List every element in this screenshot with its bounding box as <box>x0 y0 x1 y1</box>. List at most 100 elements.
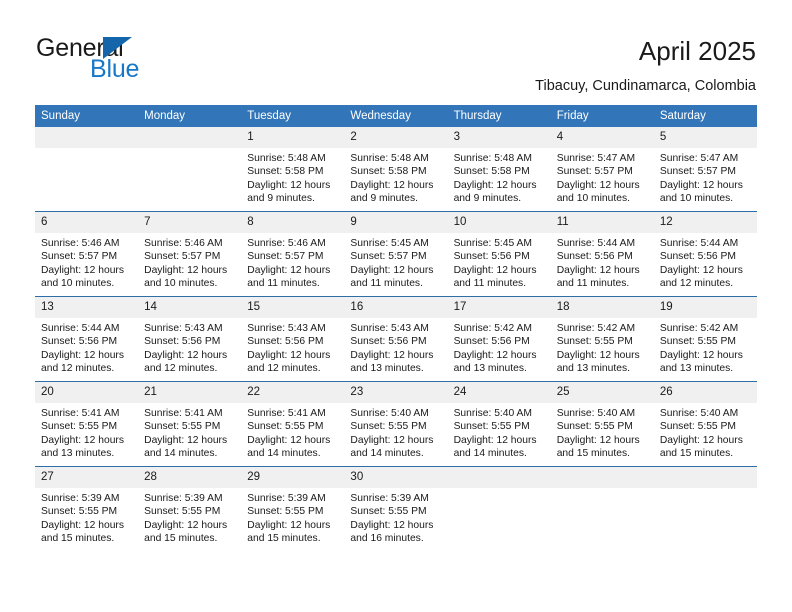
calendar-day-cell[interactable]: 17 Sunrise: 5:42 AM Sunset: 5:56 PM Dayligh… <box>447 296 551 382</box>
calendar-page: General Blue April 2025 Tibacuy, Cundina… <box>0 0 792 612</box>
daylight-duration-line2: and 9 minutes. <box>350 193 418 205</box>
daylight-duration-line2: and 13 minutes. <box>659 363 734 375</box>
calendar-day-cell-empty <box>35 127 139 212</box>
brand-name-blue: Blue <box>90 55 140 83</box>
sunset-time: Sunset: 5:55 PM <box>41 506 118 518</box>
day-details: Sunrise: 5:39 AM Sunset: 5:55 PM Daylight:… <box>344 488 447 546</box>
sunset-time: Sunset: 5:55 PM <box>144 421 221 433</box>
calendar-day-cell[interactable]: 23 Sunrise: 5:40 AM Sunset: 5:55 PM Dayligh… <box>344 381 448 467</box>
day-details: Sunrise: 5:41 AM Sunset: 5:55 PM Daylight:… <box>241 403 344 461</box>
calendar-day-cell[interactable]: 11 Sunrise: 5:44 AM Sunset: 5:56 PM Dayligh… <box>550 211 654 297</box>
calendar-day-cell[interactable]: 30 Sunrise: 5:39 AM Sunset: 5:55 PM Dayligh… <box>344 466 448 551</box>
calendar-day-cell[interactable]: 21 Sunrise: 5:41 AM Sunset: 5:55 PM Dayligh… <box>138 381 242 467</box>
calendar-day-cell[interactable]: 13 Sunrise: 5:44 AM Sunset: 5:56 PM Dayligh… <box>35 296 139 382</box>
calendar-day-cell[interactable]: 12 Sunrise: 5:44 AM Sunset: 5:56 PM Dayligh… <box>653 211 757 297</box>
calendar-day-cell[interactable]: 24 Sunrise: 5:40 AM Sunset: 5:55 PM Dayligh… <box>447 381 551 467</box>
page-title: April 2025 <box>638 36 756 66</box>
day-number: 16 <box>344 297 448 318</box>
calendar-day-cell[interactable]: 28 Sunrise: 5:39 AM Sunset: 5:55 PM Dayligh… <box>138 466 242 551</box>
calendar-day-cell[interactable]: 9 Sunrise: 5:45 AM Sunset: 5:57 PM Daylight… <box>344 211 448 297</box>
sunrise-time: Sunrise: 5:40 AM <box>659 408 739 419</box>
weekday-header-row: Sunday Monday Tuesday Wednesday Thursday Frid… <box>35 105 757 127</box>
calendar-day-cell[interactable]: 22 Sunrise: 5:41 AM Sunset: 5:55 PM Dayligh… <box>241 381 345 467</box>
daylight-duration-line1: Daylight: 12 hours <box>453 349 537 361</box>
sunrise-time: Sunrise: 5:41 AM <box>41 408 120 419</box>
brand-logo[interactable]: General Blue <box>36 34 256 90</box>
calendar-day-cell[interactable]: 4 Sunrise: 5:47 AM Sunset: 5:57 PM Daylight… <box>550 127 654 212</box>
daylight-duration-line2: and 13 minutes. <box>41 448 115 460</box>
calendar-day-cell[interactable]: 25 Sunrise: 5:40 AM Sunset: 5:55 PM Dayligh… <box>550 381 654 467</box>
day-details: Sunrise: 5:39 AM Sunset: 5:55 PM Daylight:… <box>241 488 344 546</box>
day-number <box>138 127 242 148</box>
calendar-day-cell[interactable]: 15 Sunrise: 5:43 AM Sunset: 5:56 PM Dayligh… <box>241 296 345 382</box>
day-cell-inner: 15 Sunrise: 5:43 AM Sunset: 5:56 PM Dayligh… <box>241 297 345 381</box>
calendar-day-cell[interactable]: 10 Sunrise: 5:45 AM Sunset: 5:56 PM Dayligh… <box>447 211 551 297</box>
daylight-duration-line1: Daylight: 12 hours <box>247 349 331 361</box>
day-details: Sunrise: 5:46 AM Sunset: 5:57 PM Daylight:… <box>35 233 138 291</box>
weekday-header-saturday: Saturday <box>653 105 757 127</box>
sunset-time: Sunset: 5:57 PM <box>659 166 736 178</box>
day-number: 19 <box>653 297 757 318</box>
calendar-day-cell[interactable]: 16 Sunrise: 5:43 AM Sunset: 5:56 PM Dayligh… <box>344 296 448 382</box>
calendar-day-cell[interactable]: 3 Sunrise: 5:48 AM Sunset: 5:58 PM Daylight… <box>447 127 551 212</box>
daylight-duration-line2: and 11 minutes. <box>556 278 630 290</box>
calendar-day-cell[interactable]: 1 Sunrise: 5:48 AM Sunset: 5:58 PM Daylight… <box>241 127 345 212</box>
sunrise-time: Sunrise: 5:39 AM <box>41 493 120 504</box>
sunset-time: Sunset: 5:55 PM <box>556 336 633 348</box>
sunset-time: Sunset: 5:56 PM <box>453 336 530 348</box>
sunset-time: Sunset: 5:56 PM <box>659 251 736 263</box>
calendar-day-cell[interactable]: 20 Sunrise: 5:41 AM Sunset: 5:55 PM Dayligh… <box>35 381 139 467</box>
calendar-day-cell[interactable]: 18 Sunrise: 5:42 AM Sunset: 5:55 PM Dayligh… <box>550 296 654 382</box>
day-details: Sunrise: 5:45 AM Sunset: 5:57 PM Daylight:… <box>344 233 447 291</box>
daylight-duration-line1: Daylight: 12 hours <box>556 179 640 191</box>
day-number: 15 <box>241 297 345 318</box>
sunrise-time: Sunrise: 5:42 AM <box>453 323 532 334</box>
sunrise-time: Sunrise: 5:46 AM <box>144 238 223 249</box>
daylight-duration-line2: and 10 minutes. <box>556 193 630 205</box>
day-number: 12 <box>653 212 757 233</box>
day-details: Sunrise: 5:40 AM Sunset: 5:55 PM Daylight:… <box>654 403 757 461</box>
day-cell-inner: 26 Sunrise: 5:40 AM Sunset: 5:55 PM Dayligh… <box>653 382 757 466</box>
day-cell-inner: 29 Sunrise: 5:39 AM Sunset: 5:55 PM Dayligh… <box>241 467 345 551</box>
day-cell-inner: 7 Sunrise: 5:46 AM Sunset: 5:57 PM Daylight… <box>138 212 242 296</box>
day-details: Sunrise: 5:43 AM Sunset: 5:56 PM Daylight:… <box>344 318 447 376</box>
daylight-duration-line1: Daylight: 12 hours <box>556 264 640 276</box>
day-details: Sunrise: 5:44 AM Sunset: 5:56 PM Daylight:… <box>35 318 138 376</box>
day-number: 3 <box>447 127 551 148</box>
day-cell-inner: 16 Sunrise: 5:43 AM Sunset: 5:56 PM Dayligh… <box>344 297 448 381</box>
day-number: 23 <box>344 382 448 403</box>
day-number: 6 <box>35 212 139 233</box>
sunrise-time: Sunrise: 5:48 AM <box>350 153 429 164</box>
sunset-time: Sunset: 5:57 PM <box>41 251 118 263</box>
calendar-week-row: 27 Sunrise: 5:39 AM Sunset: 5:55 PM Dayligh… <box>35 466 757 551</box>
sunset-time: Sunset: 5:55 PM <box>453 421 530 433</box>
calendar-day-cell[interactable]: 19 Sunrise: 5:42 AM Sunset: 5:55 PM Dayligh… <box>653 296 757 382</box>
calendar-week-row: 13 Sunrise: 5:44 AM Sunset: 5:56 PM Dayligh… <box>35 296 757 382</box>
sunrise-time: Sunrise: 5:44 AM <box>659 238 739 249</box>
daylight-duration-line1: Daylight: 12 hours <box>41 519 124 531</box>
daylight-duration-line1: Daylight: 12 hours <box>453 264 537 276</box>
calendar-day-cell[interactable]: 6 Sunrise: 5:46 AM Sunset: 5:57 PM Daylight… <box>35 211 139 297</box>
calendar-day-cell[interactable]: 7 Sunrise: 5:46 AM Sunset: 5:57 PM Daylight… <box>138 211 242 297</box>
calendar-day-cell[interactable]: 8 Sunrise: 5:46 AM Sunset: 5:57 PM Daylight… <box>241 211 345 297</box>
calendar-day-cell[interactable]: 26 Sunrise: 5:40 AM Sunset: 5:55 PM Dayligh… <box>653 381 757 467</box>
weekday-header-monday: Monday <box>138 105 242 127</box>
calendar-week-row: 1 Sunrise: 5:48 AM Sunset: 5:58 PM Daylight… <box>35 127 757 212</box>
calendar-day-cell[interactable]: 5 Sunrise: 5:47 AM Sunset: 5:57 PM Daylight… <box>653 127 757 212</box>
day-cell-inner: 1 Sunrise: 5:48 AM Sunset: 5:58 PM Daylight… <box>241 127 345 211</box>
daylight-duration-line2: and 14 minutes. <box>350 448 424 460</box>
weekday-header-wednesday: Wednesday <box>344 105 448 127</box>
calendar-day-cell-empty <box>138 127 242 212</box>
day-number: 1 <box>241 127 345 148</box>
day-cell-inner: 30 Sunrise: 5:39 AM Sunset: 5:55 PM Dayligh… <box>344 467 448 551</box>
calendar-day-cell[interactable]: 14 Sunrise: 5:43 AM Sunset: 5:56 PM Dayligh… <box>138 296 242 382</box>
daylight-duration-line1: Daylight: 12 hours <box>659 179 743 191</box>
calendar-day-cell[interactable]: 27 Sunrise: 5:39 AM Sunset: 5:55 PM Dayligh… <box>35 466 139 551</box>
day-details: Sunrise: 5:42 AM Sunset: 5:56 PM Daylight:… <box>448 318 551 376</box>
daylight-duration-line2: and 9 minutes. <box>247 193 315 205</box>
day-details: Sunrise: 5:43 AM Sunset: 5:56 PM Daylight:… <box>241 318 344 376</box>
day-number: 25 <box>550 382 654 403</box>
calendar-day-cell[interactable]: 2 Sunrise: 5:48 AM Sunset: 5:58 PM Daylight… <box>344 127 448 212</box>
sunset-time: Sunset: 5:55 PM <box>144 506 221 518</box>
calendar-day-cell[interactable]: 29 Sunrise: 5:39 AM Sunset: 5:55 PM Dayligh… <box>241 466 345 551</box>
